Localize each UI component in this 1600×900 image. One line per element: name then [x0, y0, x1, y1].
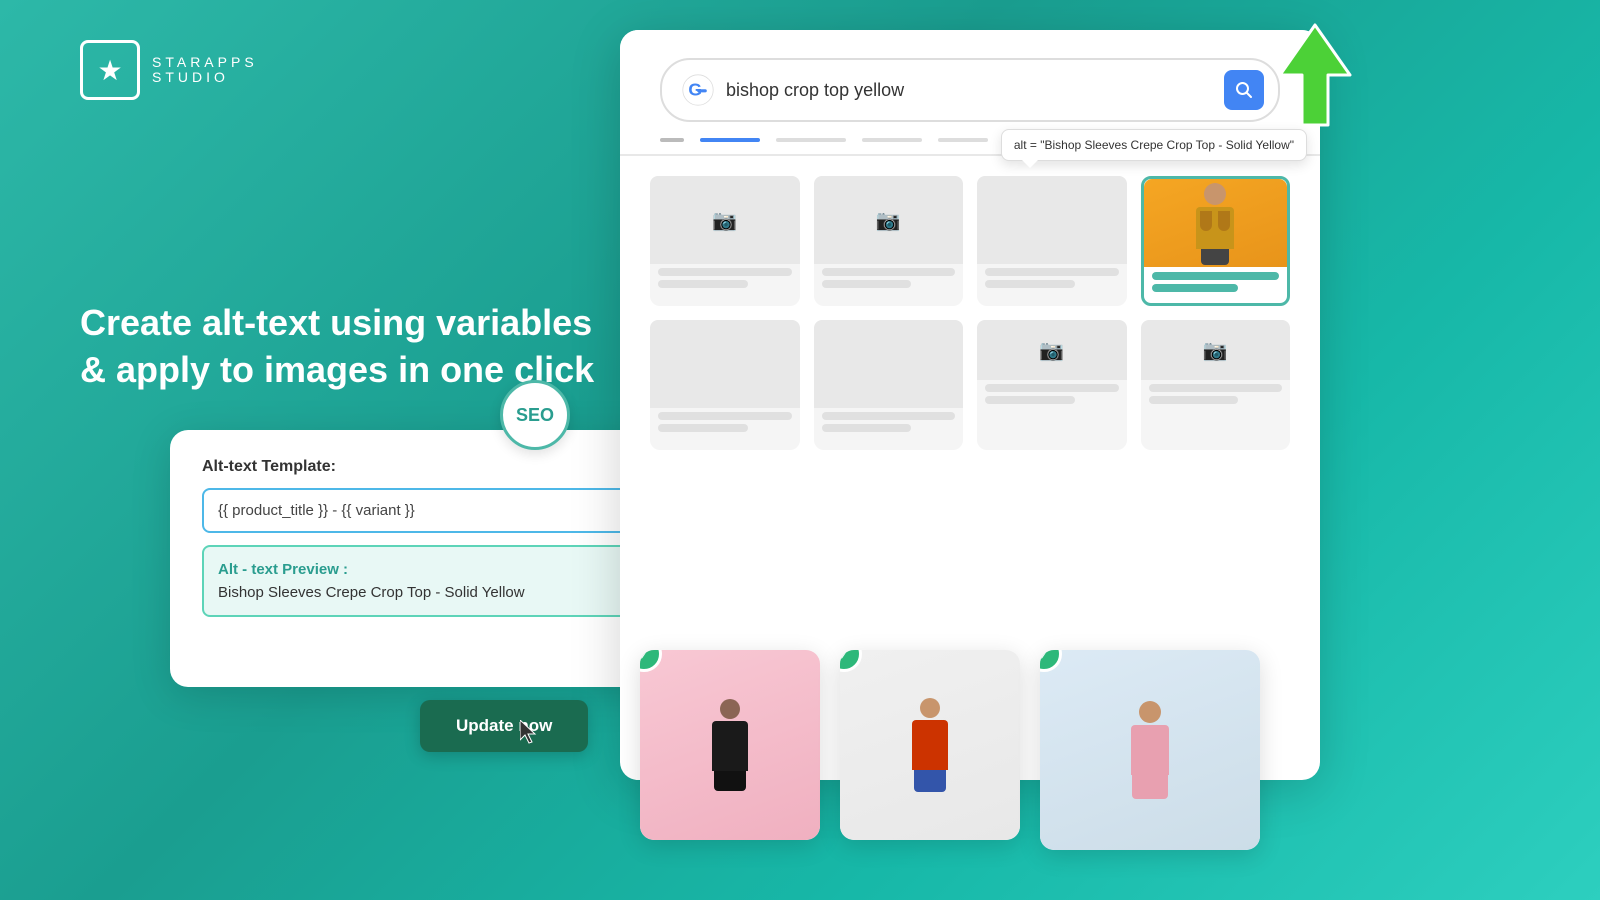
tab-more[interactable] — [938, 138, 988, 142]
logo-text: STARAPPS STUDIO — [152, 55, 258, 86]
alt-text-tooltip: alt = "Bishop Sleeves Crepe Crop Top - S… — [1001, 129, 1307, 161]
grid-cell-6 — [814, 320, 964, 450]
grid-line-7b — [985, 396, 1075, 404]
bottom-fashion-row: ✓ ✓ ✓ — [640, 650, 1260, 850]
search-icon — [1235, 81, 1253, 99]
grid-line-3b — [985, 280, 1075, 288]
fashion-card-red: ✓ — [840, 650, 1020, 840]
google-logo: G — [682, 74, 714, 106]
logo-box: ★ — [80, 40, 140, 100]
grid-line-6b — [822, 424, 912, 432]
grid-cell-5 — [650, 320, 800, 450]
fashion-card-pink: ✓ — [1040, 650, 1260, 850]
template-label: Alt-text Template: — [202, 458, 638, 476]
preview-text: Bishop Sleeves Crepe Crop Top - Solid Ye… — [218, 584, 622, 601]
grid-area: 📷 📷 alt = "Bishop Sleeves Crepe Crop Top… — [620, 156, 1320, 470]
grid-cell-1: 📷 — [650, 176, 800, 306]
camera-icon-7: 📷 — [1039, 338, 1064, 363]
grid-line-2b — [822, 280, 912, 288]
grid-img-7: 📷 — [977, 320, 1127, 380]
grid-line-8a — [1149, 384, 1283, 392]
grid-line-1b — [658, 280, 748, 288]
grid-cell-2: 📷 — [814, 176, 964, 306]
fashion-img-black — [640, 650, 820, 840]
grid-cell-3 — [977, 176, 1127, 306]
fashion-img-red — [840, 650, 1020, 840]
grid-cell-8: 📷 — [1141, 320, 1291, 450]
person-head — [1204, 183, 1226, 205]
template-card: Alt-text Template: Alt - text Preview : … — [170, 430, 670, 687]
grid-img-1: 📷 — [650, 176, 800, 264]
grid-line-yellow-b — [1152, 284, 1238, 292]
grid-line-5b — [658, 424, 748, 432]
logo: ★ STARAPPS STUDIO — [80, 40, 258, 100]
grid-img-2: 📷 — [814, 176, 964, 264]
fashion-img-pink — [1040, 650, 1260, 850]
tab-icon — [660, 138, 684, 142]
grid-line-1a — [658, 268, 792, 276]
grid-img-8: 📷 — [1141, 320, 1291, 380]
tab-images[interactable] — [776, 138, 846, 142]
update-now-button[interactable]: Update now — [420, 700, 588, 752]
up-arrow-svg — [1270, 20, 1360, 130]
preview-box: Alt - text Preview : Bishop Sleeves Crep… — [202, 545, 638, 617]
grid-line-3a — [985, 268, 1119, 276]
tab-all[interactable] — [700, 138, 760, 142]
camera-icon-1: 📷 — [712, 208, 737, 233]
headline: Create alt-text using variables & apply … — [80, 300, 600, 394]
camera-icon-2: 📷 — [876, 208, 901, 233]
star-icon: ★ — [97, 54, 122, 87]
grid-img-6 — [814, 320, 964, 408]
yellow-top-image — [1144, 179, 1288, 267]
camera-icon-8: 📷 — [1203, 338, 1228, 363]
search-button[interactable] — [1224, 70, 1264, 110]
grid-line-2a — [822, 268, 956, 276]
tab-news[interactable] — [862, 138, 922, 142]
grid-line-8b — [1149, 396, 1239, 404]
seo-badge: SEO — [500, 380, 570, 450]
search-bar: G bishop crop top yellow — [660, 58, 1280, 122]
grid-line-yellow-a — [1152, 272, 1280, 280]
grid-cell-yellow-top: alt = "Bishop Sleeves Crepe Crop Top - S… — [1141, 176, 1291, 306]
fashion-card-black: ✓ — [640, 650, 820, 840]
grid-img-3 — [977, 176, 1127, 264]
search-query-text: bishop crop top yellow — [726, 80, 1212, 101]
search-area: G bishop crop top yellow — [620, 30, 1320, 138]
template-input[interactable] — [202, 488, 638, 533]
grid-line-7a — [985, 384, 1119, 392]
preview-label: Alt - text Preview : — [218, 561, 622, 578]
grid-cell-7: 📷 — [977, 320, 1127, 450]
up-arrow-indicator — [1270, 20, 1360, 135]
grid-line-6a — [822, 412, 956, 420]
cursor-indicator — [520, 720, 540, 744]
grid-line-5a — [658, 412, 792, 420]
grid-img-5 — [650, 320, 800, 408]
person-figure — [1185, 183, 1245, 263]
